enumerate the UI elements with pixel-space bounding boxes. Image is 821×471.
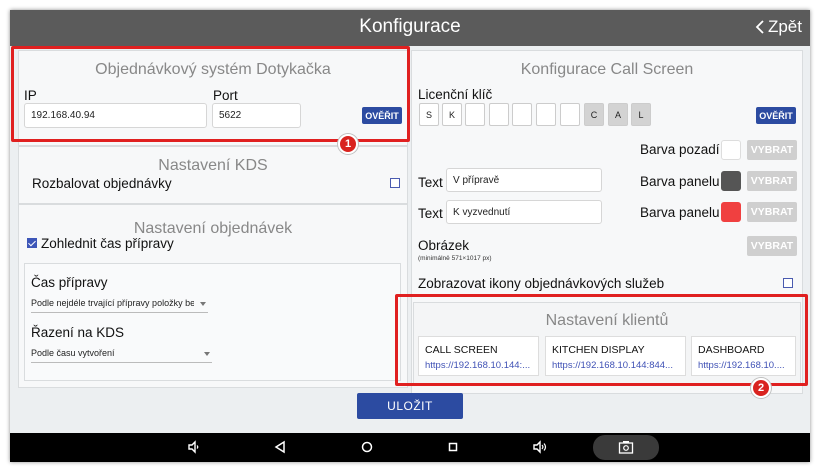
show-icons-checkbox[interactable]	[783, 278, 793, 288]
page-title: Konfigurace	[359, 16, 461, 37]
license-key-field[interactable]	[536, 103, 556, 126]
verify-license-button[interactable]: OVĚŘIT	[756, 107, 796, 124]
license-key-field[interactable]	[465, 103, 485, 126]
license-key-field[interactable]: A	[608, 103, 628, 126]
highlight-box-1	[11, 46, 410, 142]
image-label: Obrázek	[418, 238, 470, 253]
dropdown-arrow-icon	[200, 302, 206, 306]
dropdown-arrow-icon	[204, 352, 210, 356]
prep-time-select[interactable]: Podle nejdéle trvající přípravy položky …	[31, 298, 208, 313]
license-key-field[interactable]: K	[442, 103, 462, 126]
screenshot-button[interactable]	[593, 435, 659, 460]
text2-input[interactable]: K vyzvednutí	[446, 200, 602, 224]
choose-bg-color-button[interactable]: VYBRAT	[747, 140, 797, 160]
sort-label: Řazení na KDS	[31, 325, 125, 340]
screenshot-icon	[618, 441, 634, 454]
prep-time-value: Podle nejdéle trvající přípravy položky …	[31, 298, 194, 308]
call-screen-title: Konfigurace Call Screen	[520, 61, 694, 78]
sort-select[interactable]: Podle času vytvoření	[31, 348, 212, 363]
choose-panel2-color-button[interactable]: VYBRAT	[747, 202, 797, 222]
chevron-left-icon	[755, 20, 764, 34]
recents-square-icon[interactable]	[445, 439, 461, 455]
image-hint: (minimálně 571×1017 px)	[418, 255, 492, 262]
kds-title: Nastavení KDS	[158, 157, 268, 174]
show-icons-label: Zobrazovat ikony objednávkových služeb	[418, 276, 665, 291]
android-nav-bar	[10, 433, 810, 462]
license-key-field[interactable]	[560, 103, 580, 126]
kds-panel: Nastavení KDS	[18, 146, 408, 204]
license-key-field[interactable]: C	[584, 103, 604, 126]
text2-label: Text	[418, 206, 443, 221]
consider-prep-checkbox[interactable]	[27, 238, 37, 248]
app-screen: Konfigurace Zpět Objednávkový systém Dot…	[10, 10, 810, 462]
choose-image-button[interactable]: VYBRAT	[747, 236, 797, 256]
annotation-badge-1: 1	[338, 134, 358, 154]
home-circle-icon[interactable]	[359, 439, 375, 455]
back-button[interactable]: Zpět	[755, 17, 802, 37]
consider-prep-label: Zohlednit čas přípravy	[41, 236, 174, 251]
license-key-field[interactable]: S	[419, 103, 439, 126]
sort-value: Podle času vytvoření	[31, 348, 115, 358]
volume-up-icon[interactable]	[532, 439, 548, 455]
panel1-color-swatch	[721, 171, 741, 191]
choose-panel1-color-button[interactable]: VYBRAT	[747, 171, 797, 191]
prep-time-label: Čas přípravy	[31, 275, 108, 290]
save-button[interactable]: ULOŽIT	[357, 393, 463, 419]
back-triangle-icon[interactable]	[272, 439, 288, 455]
expand-orders-label: Rozbalovat objednávky	[32, 176, 172, 191]
annotation-badge-2: 2	[751, 378, 771, 398]
volume-down-icon[interactable]	[186, 439, 202, 455]
panel2-color-swatch	[721, 202, 741, 222]
bg-color-label: Barva pozadí	[640, 142, 720, 157]
license-key-field[interactable]	[512, 103, 532, 126]
license-key-field[interactable]	[489, 103, 509, 126]
panel1-color-label: Barva panelu	[640, 174, 720, 189]
top-bar: Konfigurace Zpět	[10, 10, 810, 46]
text1-input[interactable]: V přípravě	[446, 168, 602, 192]
highlight-box-2	[395, 294, 808, 386]
panel2-color-label: Barva panelu	[640, 205, 720, 220]
text1-label: Text	[418, 175, 443, 190]
bg-color-swatch	[721, 140, 741, 160]
license-label: Licenční klíč	[418, 87, 493, 102]
license-key-field[interactable]: L	[631, 103, 651, 126]
back-label: Zpět	[767, 17, 802, 36]
expand-orders-checkbox[interactable]	[390, 178, 400, 188]
